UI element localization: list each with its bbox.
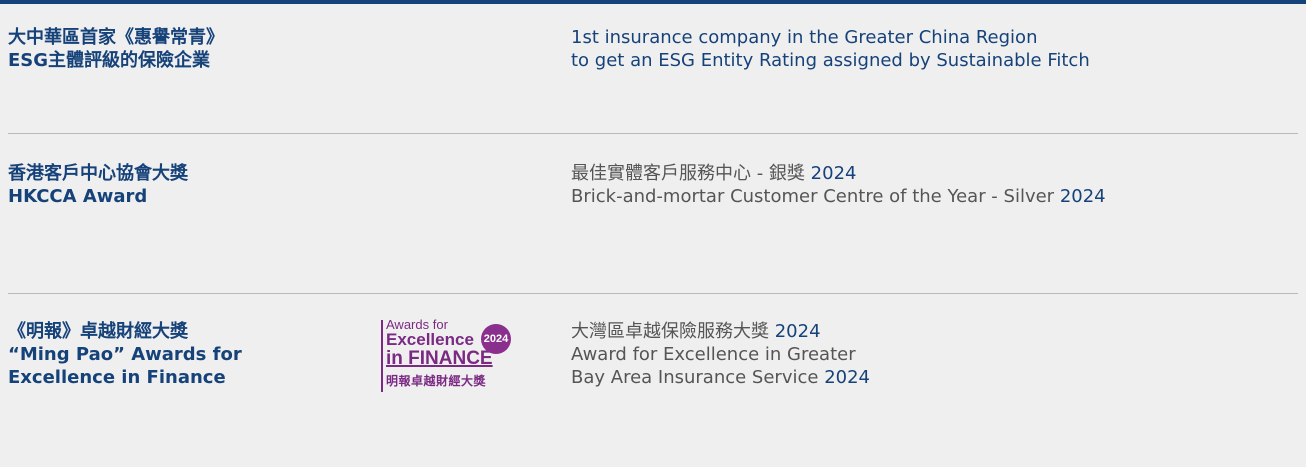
award-title-zh: 《明報》卓越財經大獎 — [8, 321, 188, 342]
award-desc-line: Brick-and-mortar Customer Centre of the … — [571, 185, 1106, 208]
row-divider — [8, 133, 1298, 134]
award-year: 2024 — [810, 163, 857, 184]
award-desc-line: 最佳實體客戶服務中心 - 銀獎 2024 — [571, 162, 1106, 185]
award-title-en: Excellence in Finance — [8, 367, 226, 388]
logo-text-chinese: 明報卓越財經大獎 — [386, 374, 487, 388]
logo-bar — [381, 320, 383, 392]
award-desc-line: Bay Area Insurance Service 2024 — [571, 366, 870, 389]
logo-year-badge: 2024 — [481, 324, 511, 354]
award-title-en: “Ming Pao” Awards for — [8, 344, 242, 365]
award-title-zh: 香港客戶中心協會大獎 — [8, 163, 188, 184]
ming-pao-awards-logo: Awards for Excellence in FINANCE 明報卓越財經大… — [381, 318, 513, 396]
logo-text-finance: in FINANCE — [386, 348, 493, 369]
top-accent-bar — [0, 0, 1306, 4]
award-desc-text: Brick-and-mortar Customer Centre of the … — [571, 186, 1060, 207]
award-desc-text: Bay Area Insurance Service — [571, 367, 825, 388]
award-title-sub: ESG主體評級的保險企業 — [8, 50, 211, 71]
award-desc-line: to get an ESG Entity Rating assigned by … — [571, 50, 1090, 71]
award-desc-mingpao: 大灣區卓越保險服務大獎 2024 Award for Excellence in… — [571, 320, 870, 389]
award-year: 2024 — [774, 321, 821, 342]
award-year: 2024 — [1059, 186, 1106, 207]
award-desc-text: 大灣區卓越保險服務大獎 — [571, 321, 775, 342]
award-year: 2024 — [824, 367, 870, 388]
award-title-zh: 大中華區首家《惠譽常青》 — [8, 27, 224, 48]
award-desc-hkcca: 最佳實體客戶服務中心 - 銀獎 2024 Brick-and-mortar Cu… — [571, 162, 1106, 208]
award-desc-line: Award for Excellence in Greater — [571, 344, 856, 365]
award-title-mingpao: 《明報》卓越財經大獎 “Ming Pao” Awards for Excelle… — [8, 320, 242, 389]
award-desc-line: 大灣區卓越保險服務大獎 2024 — [571, 320, 870, 343]
award-title-esg: 大中華區首家《惠譽常青》 ESG主體評級的保險企業 — [8, 26, 224, 72]
row-divider — [8, 293, 1298, 294]
award-desc-line: 1st insurance company in the Greater Chi… — [571, 27, 1038, 48]
award-title-en: HKCCA Award — [8, 186, 148, 207]
award-title-hkcca: 香港客戶中心協會大獎 HKCCA Award — [8, 162, 188, 208]
award-desc-esg: 1st insurance company in the Greater Chi… — [571, 26, 1090, 72]
logo-text-excellence: Excellence — [386, 330, 474, 349]
award-desc-text: 最佳實體客戶服務中心 - 銀獎 — [571, 163, 811, 184]
